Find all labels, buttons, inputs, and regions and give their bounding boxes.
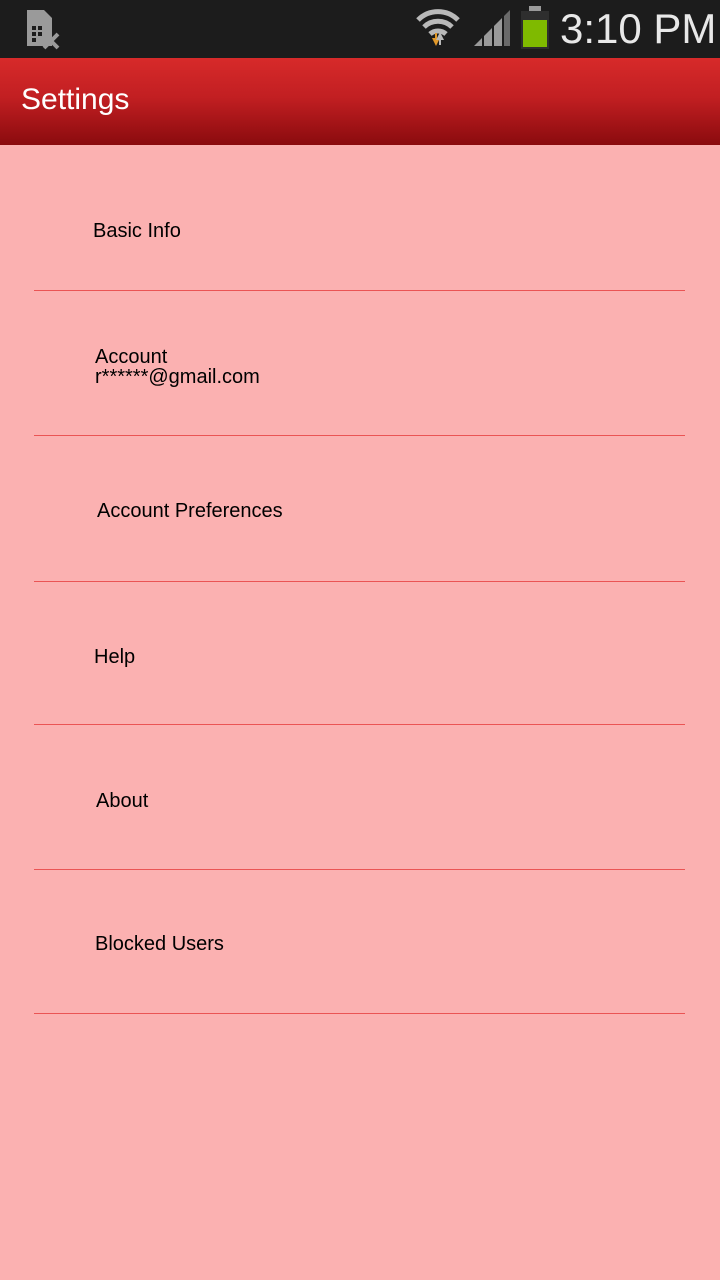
settings-item-label: Account Preferences: [97, 500, 283, 522]
settings-item-blocked-users[interactable]: Blocked Users: [34, 870, 685, 1014]
settings-item-label: Account: [95, 346, 168, 368]
account-email: r******@gmail.com: [95, 366, 260, 388]
settings-item-label: Blocked Users: [95, 933, 224, 955]
status-clock: 3:10 PM: [560, 5, 717, 52]
sim-card-error-icon: [27, 10, 60, 50]
settings-item-label: Basic Info: [93, 220, 181, 242]
status-bar: 3:10 PM: [0, 0, 720, 58]
cell-signal-icon: [474, 10, 510, 46]
wifi-data-transfer-icon: [416, 9, 460, 46]
settings-item-account[interactable]: Account r******@gmail.com: [34, 291, 685, 436]
settings-item-about[interactable]: About: [34, 725, 685, 870]
settings-item-basic-info[interactable]: Basic Info: [34, 145, 685, 291]
settings-item-help[interactable]: Help: [34, 582, 685, 725]
settings-item-label: About: [96, 790, 149, 812]
app-bar: Settings: [0, 58, 720, 145]
battery-icon: [521, 6, 549, 49]
settings-item-account-preferences[interactable]: Account Preferences: [34, 436, 685, 582]
settings-item-label: Help: [94, 646, 136, 668]
page-title: Settings: [21, 83, 130, 116]
